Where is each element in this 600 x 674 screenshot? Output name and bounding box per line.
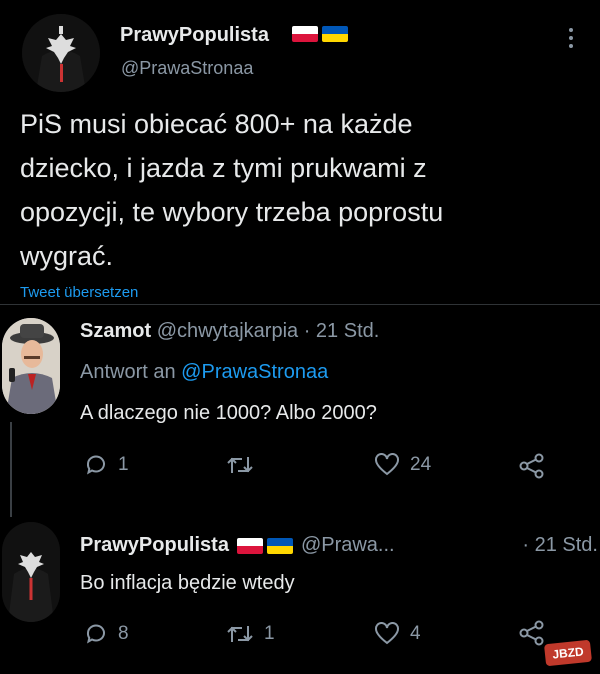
share-action[interactable] <box>518 453 556 479</box>
avatar[interactable] <box>22 14 100 92</box>
eagle-emblem-icon <box>22 14 100 92</box>
watermark-badge: JBZD <box>543 639 593 667</box>
retweet-icon <box>227 457 253 473</box>
reply-count: 8 <box>118 623 129 644</box>
heart-icon <box>375 622 399 645</box>
retweet-action[interactable] <box>226 453 264 477</box>
flags <box>236 537 293 554</box>
timestamp[interactable]: · 21 Std. <box>304 320 380 342</box>
reply-to: Antwort an @PrawaStronaa <box>80 361 328 384</box>
tweet-text: PiS musi obiecać 800+ na każde dziecko, … <box>20 102 590 278</box>
handle[interactable]: @chwytajkarpia <box>157 320 298 342</box>
like-action[interactable]: 4 <box>374 622 421 646</box>
reply-header: Szamot @chwytajkarpia · 21 Std. <box>80 320 379 343</box>
retweet-count: 1 <box>264 623 275 644</box>
translate-link[interactable]: Tweet übersetzen <box>20 284 138 301</box>
share-action[interactable] <box>518 620 556 646</box>
tweet-text-line: PiS musi obiecać 800+ na każde <box>20 109 413 139</box>
handle[interactable]: @Prawa... <box>301 534 395 557</box>
display-name[interactable]: PrawyPopulista <box>80 534 229 557</box>
avatar[interactable] <box>2 522 60 622</box>
eagle-emblem-icon <box>2 522 60 622</box>
reply-to-prefix: Antwort an <box>80 361 176 383</box>
share-icon <box>519 453 544 479</box>
retweet-icon <box>227 626 253 642</box>
like-action[interactable]: 24 <box>374 453 431 477</box>
more-vertical-icon[interactable] <box>566 26 576 55</box>
watermark-text: JBZD <box>551 644 585 662</box>
avatar[interactable] <box>2 318 60 414</box>
reply-header: PrawyPopulista @Prawa... · 21 Std. <box>80 534 598 557</box>
tweet-text-line: wygrać. <box>20 241 114 271</box>
reply-icon <box>86 624 105 644</box>
retweet-action[interactable]: 1 <box>226 622 275 646</box>
reply-to-handle[interactable]: @PrawaStronaa <box>181 361 328 383</box>
thread-line <box>10 422 12 517</box>
pl-flag-icon <box>292 26 318 42</box>
tweet-text-line: dziecko, i jazda z tymi prukwami z <box>20 153 427 183</box>
ua-flag-icon <box>322 26 348 42</box>
ua-flag-icon <box>266 537 293 554</box>
reply-action[interactable]: 1 <box>84 453 129 477</box>
heart-icon <box>375 453 399 476</box>
reply-icon <box>86 455 105 475</box>
like-count: 24 <box>410 454 432 475</box>
display-name[interactable]: PrawyPopulista <box>120 24 269 47</box>
like-count: 4 <box>410 623 421 644</box>
share-icon <box>519 620 544 646</box>
pl-flag-icon <box>236 537 263 554</box>
timestamp[interactable]: · 21 Std. <box>522 534 598 557</box>
tweet-text-line: opozycji, te wybory trzeba poprostu <box>20 197 444 227</box>
tweet-text: Bo inflacja będzie wtedy <box>80 572 295 594</box>
handle[interactable]: @PrawaStronaa <box>121 58 253 79</box>
flags <box>292 26 348 42</box>
reply-count: 1 <box>118 454 129 475</box>
tweet-text: A dlaczego nie 1000? Albo 2000? <box>80 402 377 424</box>
display-name[interactable]: Szamot <box>80 320 151 342</box>
reply-action[interactable]: 8 <box>84 622 129 646</box>
divider <box>0 304 600 305</box>
man-with-hat-icon <box>2 318 60 414</box>
